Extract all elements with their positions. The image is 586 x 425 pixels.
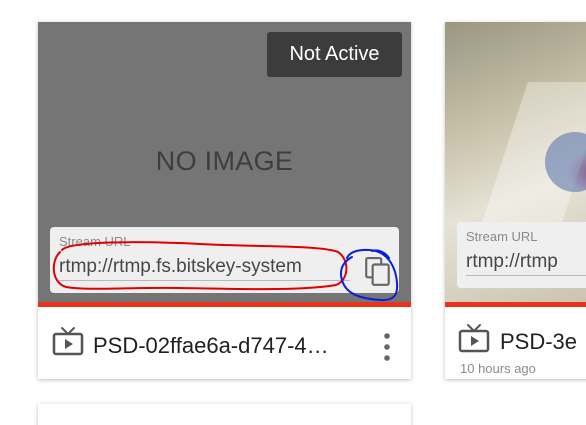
- status-bar: [38, 302, 411, 307]
- tv-icon: [458, 324, 490, 353]
- stream-url-field[interactable]: Stream URL rtmp://rtmp: [457, 222, 586, 288]
- device-name[interactable]: PSD-02ffae6a-d747-4…: [93, 333, 363, 359]
- status-badge: Not Active: [267, 32, 402, 77]
- stream-url-value[interactable]: rtmp://rtmp.fs.bitskey-system: [59, 253, 350, 281]
- more-vert-icon[interactable]: [383, 332, 391, 362]
- device-card[interactable]: Stream URL rtmp://rtmp PSD-3e 10 hours a…: [445, 22, 586, 379]
- device-thumbnail: Stream URL rtmp://rtmp: [445, 22, 586, 302]
- stream-url-label: Stream URL: [59, 234, 131, 249]
- device-name[interactable]: PSD-3e: [500, 329, 586, 355]
- device-grid: NO IMAGE Not Active Stream URL rtmp://rt…: [0, 0, 586, 425]
- stream-url-value[interactable]: rtmp://rtmp: [466, 248, 586, 276]
- last-seen-time: 10 hours ago: [460, 361, 536, 376]
- stream-url-label: Stream URL: [466, 229, 538, 244]
- stream-url-field[interactable]: Stream URL rtmp://rtmp.fs.bitskey-system: [50, 227, 399, 293]
- device-thumbnail: NO IMAGE Not Active Stream URL rtmp://rt…: [38, 22, 411, 302]
- device-card[interactable]: NO IMAGE Not Active Stream URL rtmp://rt…: [38, 22, 411, 379]
- device-card[interactable]: [38, 404, 411, 425]
- no-image-placeholder: NO IMAGE: [155, 146, 294, 176]
- status-bar: [445, 302, 586, 307]
- tv-icon: [52, 327, 84, 356]
- copy-icon[interactable]: [365, 257, 391, 287]
